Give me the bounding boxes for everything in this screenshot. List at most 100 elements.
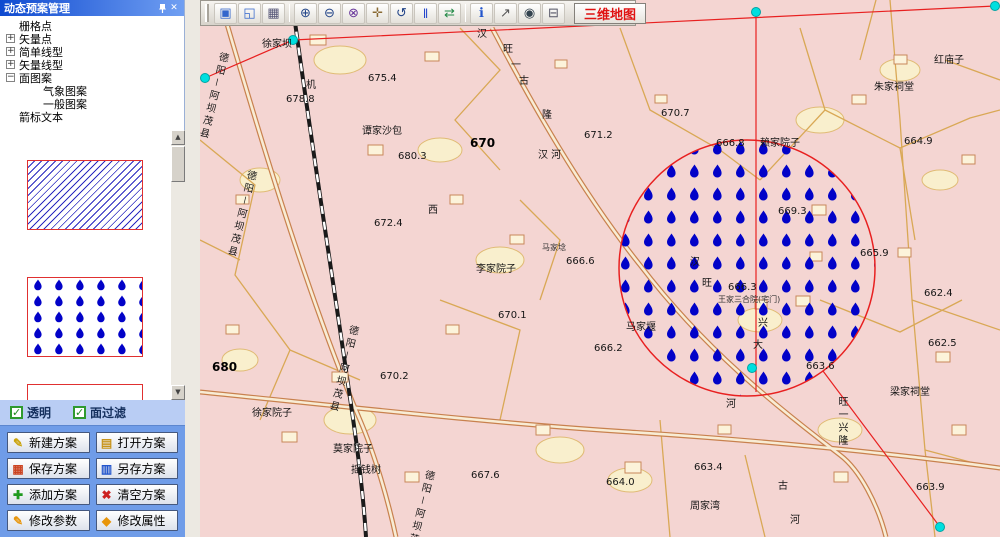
tree-item[interactable]: 箭标文本 (0, 110, 184, 123)
print-button[interactable]: ⊟ (542, 3, 565, 24)
selection-handle[interactable] (289, 36, 298, 45)
map-graphics (200, 0, 1000, 537)
zoom-out-icon: ⊖ (324, 5, 335, 21)
plan-button-label: 清空方案 (118, 486, 166, 503)
plan-controls: ✓ 透明 ✓ 面过滤 ✎ 新建方案 ▤ 打开方案 ▦ 保存方案 ▥ 另存方案 ✚ 添加方案 ✖ 清空方案 ✎ 修… (0, 400, 185, 537)
edit-params-button[interactable]: ✎ 修改参数 (7, 510, 90, 531)
plan-tree: 栅格点+矢量点+简单线型+矢量线型−面图案气象图案一般图案箭标文本 (0, 16, 184, 123)
map-toolbar-buttons: ▣ ◱ ▦ ⊕ ⊖ ⊗ ✛ ↺ ‖ ⇄ ℹ ↗ ◉ ⊟ (214, 3, 565, 24)
pan-hand-icon: ✛ (372, 5, 383, 21)
selection-handle[interactable] (936, 523, 945, 532)
checkbox-check-icon[interactable]: ✓ (73, 406, 86, 419)
plan-button-label: 添加方案 (29, 486, 77, 503)
tree-item[interactable]: −面图案 (0, 71, 184, 84)
scrollbar-thumb[interactable] (171, 146, 185, 182)
pattern-preview-droplets[interactable] (27, 277, 143, 357)
scroll-up-icon[interactable]: ▲ (171, 130, 185, 145)
zoom-window-button[interactable]: ◱ (238, 3, 261, 24)
zoom-in-icon: ⊕ (300, 5, 311, 21)
close-icon[interactable]: ✕ (168, 2, 180, 14)
edit-params-icon: ✎ (11, 514, 25, 528)
layers-map-icon: ▣ (219, 5, 231, 21)
plan-buttons-grid: ✎ 新建方案 ▤ 打开方案 ▦ 保存方案 ▥ 另存方案 ✚ 添加方案 ✖ 清空方案 ✎ 修改参数 ◆ 修改属性 (0, 426, 185, 537)
new-plan-button[interactable]: ✎ 新建方案 (7, 432, 90, 453)
add-plan-icon: ✚ (11, 488, 25, 502)
selection-handle[interactable] (748, 364, 757, 373)
save-plan-button[interactable]: ▦ 保存方案 (7, 458, 90, 479)
info-icon: ℹ (479, 5, 484, 21)
open-plan-button[interactable]: ▤ 打开方案 (96, 432, 179, 453)
globe-button[interactable]: ◉ (518, 3, 541, 24)
panel-title: 动态预案管理 (4, 0, 156, 16)
save-as-plan-button[interactable]: ▥ 另存方案 (96, 458, 179, 479)
pin-icon[interactable] (156, 2, 168, 14)
clear-plan-button[interactable]: ✖ 清空方案 (96, 484, 179, 505)
edit-attrs-button[interactable]: ◆ 修改属性 (96, 510, 179, 531)
toolbar-separator (465, 4, 466, 22)
grid-icon: ▦ (267, 5, 279, 21)
plan-button-label: 另存方案 (118, 460, 166, 477)
zoom-full-button[interactable]: ↺ (390, 3, 413, 24)
selection-handle[interactable] (752, 8, 761, 17)
grid-button[interactable]: ▦ (262, 3, 285, 24)
add-plan-button[interactable]: ✚ 添加方案 (7, 484, 90, 505)
edit-attrs-icon: ◆ (100, 514, 114, 528)
toolbar-grip[interactable] (205, 4, 209, 22)
tree-item[interactable]: 气象图案 (0, 84, 184, 97)
gis-application-window: 徐家坝汉旺一古隆德阳－阿坝茂县机675.4678.8谭家沙包670680.367… (0, 0, 1000, 537)
export-button[interactable]: ↗ (494, 3, 517, 24)
swap-button[interactable]: ⇄ (438, 3, 461, 24)
plan-button-label: 新建方案 (29, 434, 77, 451)
pattern-preview-list[interactable] (0, 130, 170, 400)
zoom-select-icon: ⊗ (348, 5, 359, 21)
export-icon: ↗ (500, 5, 511, 21)
pattern-preview-partial[interactable] (27, 384, 143, 400)
hazard-zone-circle[interactable] (619, 140, 875, 396)
filter-checkbox[interactable]: ✓ 透明 (10, 404, 51, 421)
globe-icon: ◉ (524, 5, 535, 21)
pattern-preview-hatch[interactable] (27, 160, 143, 230)
pause-button[interactable]: ‖ (414, 3, 437, 24)
pan-hand-button[interactable]: ✛ (366, 3, 389, 24)
zoom-out-button[interactable]: ⊖ (318, 3, 341, 24)
save-as-plan-icon: ▥ (100, 462, 114, 476)
checkbox-label: 面过滤 (90, 404, 126, 421)
toolbar-separator (289, 4, 290, 22)
scroll-down-icon[interactable]: ▼ (171, 385, 185, 400)
zoom-in-button[interactable]: ⊕ (294, 3, 317, 24)
collapse-minus-icon[interactable]: − (6, 73, 15, 82)
filter-checkbox[interactable]: ✓ 面过滤 (73, 404, 126, 421)
clear-plan-icon: ✖ (100, 488, 114, 502)
selection-handle[interactable] (991, 2, 1000, 11)
layers-map-button[interactable]: ▣ (214, 3, 237, 24)
filter-options-row: ✓ 透明 ✓ 面过滤 (0, 400, 185, 426)
panel-titlebar: 动态预案管理 ✕ (0, 0, 184, 16)
plan-button-label: 打开方案 (118, 434, 166, 451)
plan-button-label: 保存方案 (29, 460, 77, 477)
map-canvas[interactable]: 徐家坝汉旺一古隆德阳－阿坝茂县机675.4678.8谭家沙包670680.367… (200, 0, 1000, 537)
tree-item-label: 箭标文本 (19, 109, 63, 125)
zoom-full-icon: ↺ (396, 5, 407, 21)
info-button[interactable]: ℹ (470, 3, 493, 24)
save-plan-icon: ▦ (11, 462, 25, 476)
swap-icon: ⇄ (444, 5, 455, 21)
plan-button-label: 修改属性 (118, 512, 166, 529)
panel-splitter[interactable] (185, 0, 200, 537)
pattern-list-scrollbar[interactable]: ▲ ▼ (170, 130, 185, 400)
print-icon: ⊟ (548, 5, 559, 21)
plan-manager-panel: 动态预案管理 ✕ 栅格点+矢量点+简单线型+矢量线型−面图案气象图案一般图案箭标… (0, 0, 185, 537)
expand-plus-icon[interactable]: + (6, 60, 15, 69)
map-background (200, 0, 1000, 537)
map-3d-button[interactable]: 三维地图 (574, 3, 646, 24)
open-plan-icon: ▤ (100, 436, 114, 450)
expand-plus-icon[interactable]: + (6, 47, 15, 56)
checkbox-label: 透明 (27, 404, 51, 421)
pause-icon: ‖ (423, 6, 428, 21)
zoom-select-button[interactable]: ⊗ (342, 3, 365, 24)
checkbox-check-icon[interactable]: ✓ (10, 406, 23, 419)
expand-plus-icon[interactable]: + (6, 34, 15, 43)
selection-handle[interactable] (201, 74, 210, 83)
zoom-window-icon: ◱ (243, 5, 255, 21)
new-plan-icon: ✎ (11, 436, 25, 450)
plan-button-label: 修改参数 (29, 512, 77, 529)
